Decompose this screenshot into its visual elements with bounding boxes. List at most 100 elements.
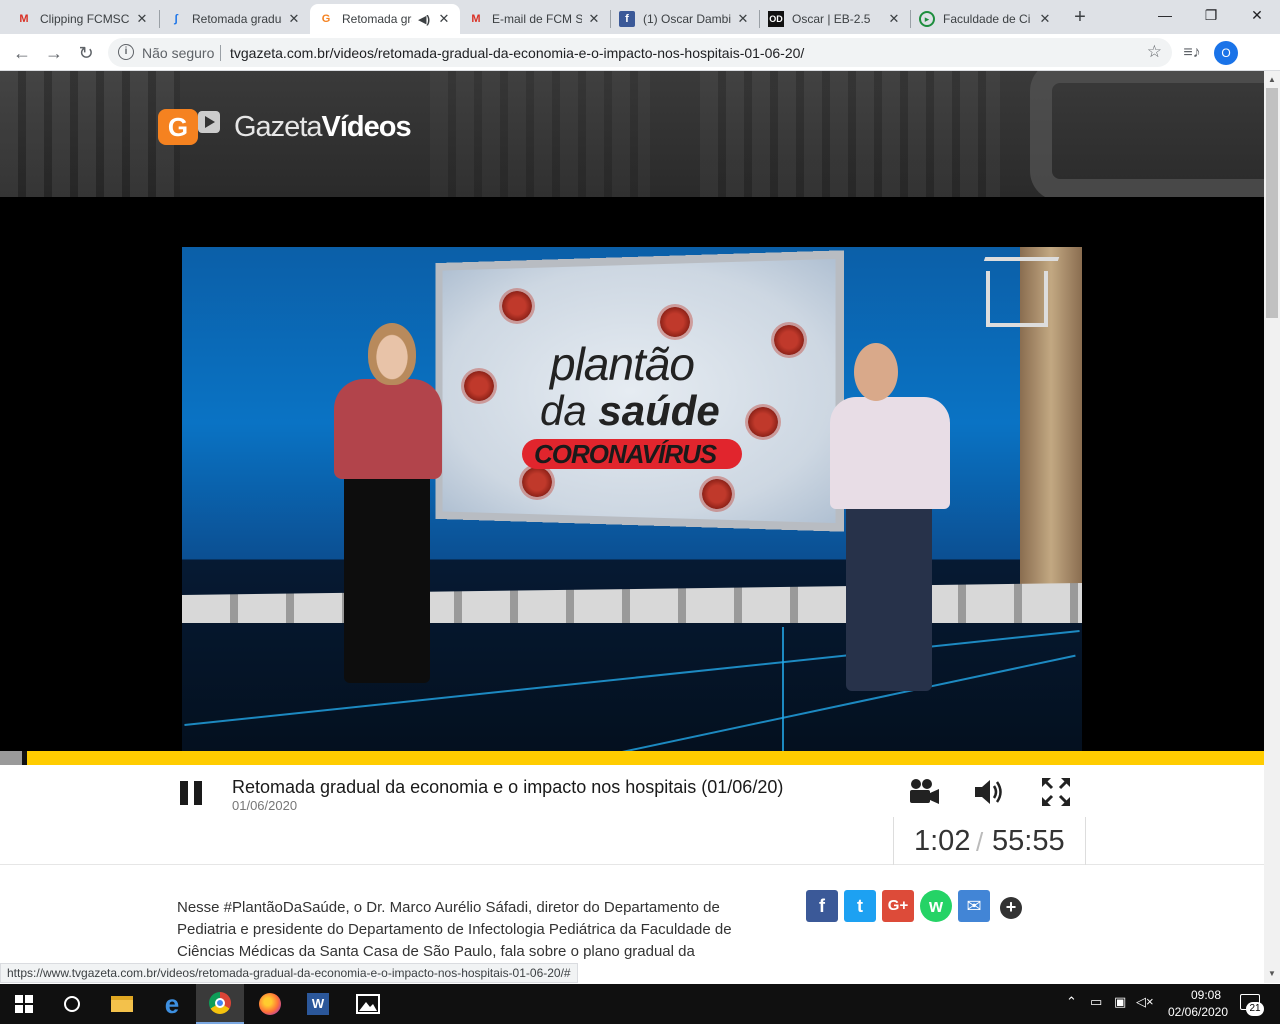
video-date: 01/06/2020 (232, 798, 298, 813)
close-icon[interactable]: ✕ (886, 11, 902, 27)
green-circle-icon: ▸ (919, 11, 935, 27)
address-bar[interactable]: i Não seguro tvgazeta.com.br/videos/reto… (108, 38, 1172, 67)
share-more-button[interactable]: + (1000, 897, 1022, 919)
total-time: 55:55 (992, 825, 1065, 857)
chrome-center-icon (215, 998, 225, 1008)
video-description: Nesse #PlantãoDaSaúde, o Dr. Marco Aurél… (177, 899, 732, 960)
chrome-logo-icon (209, 992, 231, 1014)
close-icon[interactable]: ✕ (286, 11, 302, 27)
scroll-up-arrow-icon[interactable]: ▲ (1264, 72, 1280, 88)
presenter-woman (334, 379, 442, 479)
presenter-man (846, 501, 932, 691)
close-icon[interactable]: ✕ (436, 11, 452, 27)
close-icon[interactable]: ✕ (1037, 11, 1053, 27)
volume-muted-icon[interactable]: ◁× (1136, 994, 1154, 1010)
tab-email-fcm[interactable]: M E-mail de FCM S ✕ (460, 4, 610, 34)
virus-graphic (660, 307, 690, 337)
confluence-icon: ∫ (174, 13, 178, 25)
virus-graphic (702, 479, 732, 509)
security-label[interactable]: Não seguro (142, 45, 214, 61)
photos-taskbar-icon[interactable] (344, 984, 392, 1024)
show-title-prefix: da (540, 387, 587, 434)
virus-graphic (502, 291, 532, 321)
restore-button[interactable]: ❐ (1188, 0, 1234, 32)
close-window-button[interactable]: ✕ (1234, 0, 1280, 32)
share-googleplus-button[interactable]: G+ (882, 890, 914, 922)
url-text[interactable]: tvgazeta.com.br/videos/retomada-gradual-… (230, 45, 804, 61)
pause-button[interactable] (180, 781, 204, 805)
show-title-line2: da saúde (540, 387, 720, 435)
share-email-button[interactable]: ✉ (958, 890, 990, 922)
notification-count-badge: 21 (1246, 1002, 1264, 1016)
virus-graphic (522, 467, 552, 497)
tab-retomada-1[interactable]: ∫ Retomada gradual ✕ (160, 4, 310, 34)
scroll-down-arrow-icon[interactable]: ▼ (1264, 966, 1280, 982)
share-whatsapp-button[interactable]: w (920, 890, 952, 922)
chrome-taskbar-icon[interactable] (196, 984, 244, 1024)
facebook-icon: f (619, 11, 635, 27)
profile-avatar[interactable]: O (1214, 41, 1238, 65)
tab-retomada-active[interactable]: G Retomada gradual ◀) ✕ (310, 4, 460, 34)
fullscreen-icon[interactable] (1039, 775, 1073, 809)
video-frame[interactable]: plantão da saúde CORONAVÍRUS (182, 247, 1082, 751)
scroll-thumb[interactable] (1266, 88, 1278, 318)
decorative-g-shape (1030, 71, 1264, 197)
volume-icon[interactable] (972, 775, 1006, 809)
word-taskbar-icon[interactable]: W (294, 984, 342, 1024)
logo-prefix: Gazeta (234, 111, 322, 143)
header-background (700, 71, 1000, 197)
tab-clipping[interactable]: M Clipping FCMSC ✕ (8, 4, 158, 34)
forward-button[interactable]: → (42, 41, 66, 65)
channel-watermark-icon (986, 271, 1048, 327)
virus-graphic (774, 325, 804, 355)
browser-toolbar: ← → ↻ i Não seguro tvgazeta.com.br/video… (0, 34, 1280, 71)
camera-icon[interactable] (907, 775, 941, 809)
back-button[interactable]: ← (10, 41, 34, 65)
gazeta-logo-icon[interactable]: G (158, 109, 198, 145)
windows-start-icon[interactable] (0, 984, 48, 1024)
site-logo-text[interactable]: GazetaVídeos (234, 111, 412, 144)
tab-oscar-eb[interactable]: OD Oscar | EB-2.5 ✕ (760, 4, 910, 34)
header-background (430, 71, 650, 197)
speaker-icon[interactable]: ◀) (416, 11, 432, 27)
firefox-taskbar-icon[interactable] (246, 984, 294, 1024)
taskbar-time[interactable]: 09:08 (1176, 988, 1236, 1002)
progress-played (0, 751, 25, 765)
share-twitter-button[interactable]: t (844, 890, 876, 922)
tray-chevron-icon[interactable]: ⌃ (1066, 994, 1077, 1010)
time-display: 1:02 / 55:55 (893, 817, 1086, 865)
network-icon[interactable]: ▭ (1090, 994, 1102, 1010)
logo-suffix: Vídeos (321, 111, 412, 143)
reload-button[interactable]: ↻ (74, 41, 98, 65)
file-explorer-icon[interactable] (98, 984, 146, 1024)
current-time: 1:02 (914, 825, 971, 857)
close-icon[interactable]: ✕ (586, 11, 602, 27)
pause-icon (194, 781, 202, 805)
play-logo-icon[interactable] (198, 111, 220, 133)
gmail-icon: M (19, 13, 29, 25)
taskbar-date[interactable]: 02/06/2020 (1160, 1005, 1236, 1019)
tab-strip: M Clipping FCMSC ✕ ∫ Retomada gradual ✕ … (0, 0, 1280, 34)
new-tab-button[interactable]: + (1068, 6, 1092, 30)
virus-graphic (464, 371, 494, 401)
presenter-woman (344, 471, 430, 683)
battery-warning-icon[interactable]: ▣ (1114, 994, 1126, 1010)
progress-handle[interactable] (22, 751, 28, 765)
share-facebook-button[interactable]: f (806, 890, 838, 922)
info-icon[interactable]: i (118, 44, 134, 60)
edge-browser-icon[interactable]: e (148, 984, 196, 1024)
close-icon[interactable]: ✕ (134, 11, 150, 27)
tab-title: Oscar | EB-2.5 (792, 12, 871, 26)
cortana-search-icon[interactable] (48, 984, 96, 1024)
presenter-woman (368, 323, 416, 385)
tab-facebook-oscar[interactable]: f (1) Oscar Dambi ✕ (611, 4, 759, 34)
close-icon[interactable]: ✕ (735, 11, 751, 27)
time-separator: / (976, 827, 984, 857)
minimize-button[interactable]: — (1142, 0, 1188, 32)
media-controls-icon[interactable]: ≡♪ (1180, 41, 1204, 65)
bookmark-star-icon[interactable]: ☆ (1147, 42, 1162, 62)
tab-title: Retomada gradual (192, 12, 282, 26)
tab-faculdade[interactable]: ▸ Faculdade de Ci ✕ (911, 4, 1061, 34)
progress-bar[interactable] (0, 751, 1264, 765)
circle-icon (64, 996, 80, 1012)
